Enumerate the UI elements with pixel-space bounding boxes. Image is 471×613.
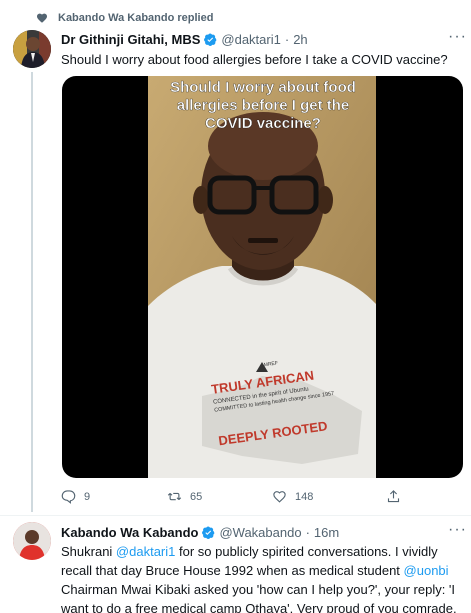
video-caption-line1: Should I worry about food [170, 79, 356, 96]
video-caption-line2: allergies before I get the [177, 97, 350, 114]
tweet-text-part: Chairman Mwai Kibaki asked you 'how can … [61, 582, 457, 613]
heart-icon [37, 13, 47, 23]
reply-icon [61, 490, 76, 504]
like-count: 148 [295, 490, 314, 503]
verified-badge-icon [202, 526, 215, 539]
share-button[interactable] [386, 489, 401, 504]
tweet-actions: 9 65 148 [61, 489, 401, 507]
video-caption-line3: COVID vaccine? [205, 115, 321, 132]
social-context-label: Kabando Wa Kabando replied [58, 12, 214, 24]
share-icon [387, 490, 400, 503]
tweet-timestamp[interactable]: 16m [314, 525, 339, 540]
author-handle[interactable]: @Wakabando [219, 525, 301, 540]
tweet-timestamp[interactable]: 2h [293, 32, 307, 47]
tweet-header: Kabando Wa Kabando @Wakabando · 16m [61, 525, 339, 540]
author-name[interactable]: Kabando Wa Kabando [61, 525, 198, 540]
social-context[interactable]: Kabando Wa Kabando replied [36, 10, 213, 26]
retweet-icon [167, 492, 182, 501]
like-button[interactable]: 148 [272, 489, 313, 504]
tweet-text-part: Shukrani [61, 544, 116, 559]
avatar[interactable] [13, 522, 51, 560]
tweet-text: Shukrani @daktari1 for so publicly spiri… [61, 542, 465, 613]
retweet-count: 65 [190, 490, 203, 503]
tweet-text: Should I worry about food allergies befo… [61, 52, 448, 67]
separator-dot: · [305, 525, 310, 540]
reply-count: 9 [84, 490, 91, 503]
tweet-header: Dr Githinji Gitahi, MBS @daktari1 · 2h [61, 32, 308, 47]
retweet-button[interactable]: 65 [167, 489, 202, 504]
video-media[interactable]: Should I worry about food allergies befo… [62, 76, 463, 478]
mention-link[interactable]: @daktari1 [116, 544, 175, 559]
more-options-icon[interactable]: ··· [448, 29, 466, 49]
thread-connector-line [31, 72, 33, 512]
like-icon [273, 491, 286, 503]
tweet-divider [0, 515, 471, 516]
more-options-icon[interactable]: ··· [448, 522, 466, 542]
reply-button[interactable]: 9 [61, 489, 90, 504]
verified-badge-icon [204, 33, 217, 46]
author-name[interactable]: Dr Githinji Gitahi, MBS [61, 32, 200, 47]
separator-dot: · [284, 32, 290, 47]
author-handle[interactable]: @daktari1 [221, 32, 280, 47]
avatar[interactable] [13, 30, 51, 68]
mention-link[interactable]: @uonbi [404, 563, 449, 578]
